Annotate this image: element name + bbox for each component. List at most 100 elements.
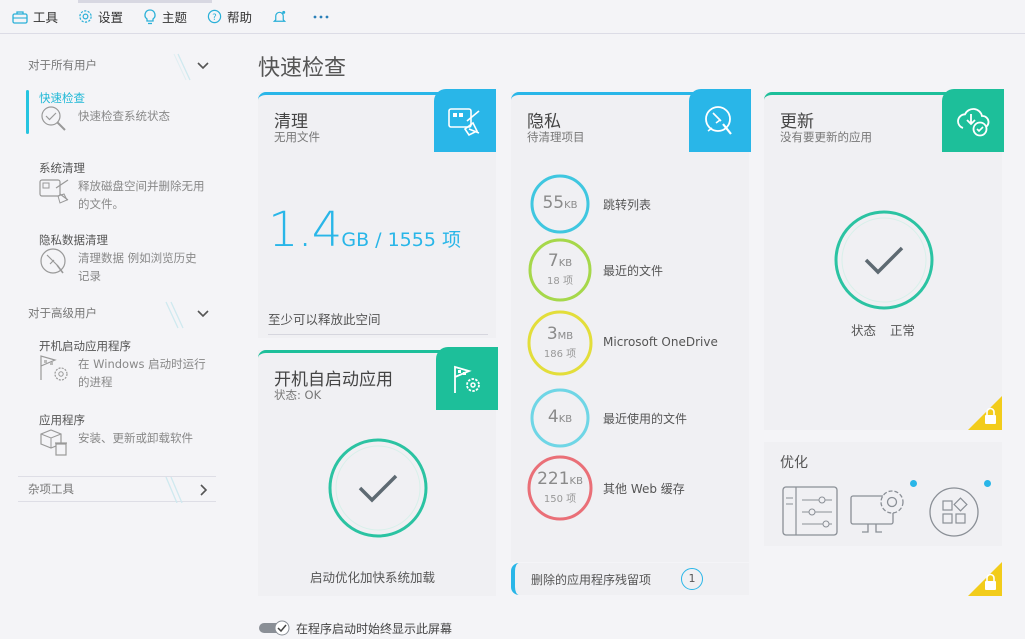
- help-menu[interactable]: ? 帮助: [207, 7, 252, 26]
- clean-size-readout: 1.4GB / 1555 项: [268, 202, 461, 258]
- privacy-item-label: 跳转列表: [603, 198, 652, 212]
- flag-gear-icon: [40, 355, 68, 381]
- disk-clean-icon: [39, 179, 69, 204]
- gauge-count: 186 项: [543, 349, 577, 360]
- page-title: 快速检查: [258, 56, 347, 81]
- settings-label: 设置: [98, 10, 124, 25]
- privacy-item-gauge[interactable]: 7KB 18 项: [527, 237, 593, 303]
- bell-icon: [272, 10, 287, 22]
- gauge-count: 18 项: [547, 276, 573, 287]
- decor-slash-icon: [165, 477, 183, 503]
- sliders-panel-icon[interactable]: [782, 486, 838, 536]
- clean-divider: [268, 334, 488, 335]
- toolbox-icon: [12, 10, 28, 24]
- gauge-value: 4KB: [547, 406, 573, 427]
- startup-tile: [436, 347, 498, 410]
- tools-label: 工具: [33, 10, 59, 25]
- update-tile: [942, 89, 1004, 152]
- privacy-item-label: 其他 Web 缓存: [603, 482, 685, 496]
- optimize-card-title: 优化: [780, 455, 808, 471]
- section-all-users-label: 对于所有用户: [28, 58, 97, 72]
- section-misc-tools[interactable]: 杂项工具: [18, 476, 216, 503]
- section-misc-label: 杂项工具: [28, 482, 74, 496]
- privacy-tile: [689, 89, 751, 152]
- startup-apps-desc: 在 Windows 启动时运行的进程: [78, 357, 206, 389]
- update-card-subtitle: 没有要更新的应用: [780, 130, 872, 144]
- privacy-clean-desc: 清理数据 例如浏览历史记录: [78, 251, 197, 283]
- toolbar-active-indicator: [78, 0, 212, 3]
- clean-size-unit: GB: [341, 229, 370, 251]
- lock-icon[interactable]: [968, 562, 1002, 596]
- privacy-item-label: Microsoft OneDrive: [603, 335, 718, 349]
- settings-menu[interactable]: 设置: [78, 7, 123, 26]
- privacy-card-subtitle: 待清理项目: [527, 130, 585, 144]
- sidebar-item-quick-check[interactable]: 快速检查 快速检查系统状态: [26, 90, 216, 140]
- clean-tile: [434, 89, 496, 152]
- chevron-down-icon: [197, 62, 209, 70]
- startup-card-subtitle: 状态: OK: [274, 388, 322, 402]
- privacy-brush-icon: [705, 105, 732, 135]
- gauge-value: 7KB: [547, 251, 573, 271]
- box-trash-icon: [40, 429, 67, 456]
- privacy-item-gauge[interactable]: 4KB: [529, 387, 591, 449]
- startup-note: 启动优化加快系统加载: [310, 570, 436, 585]
- gauge-count: 150 项: [543, 494, 577, 505]
- theme-menu[interactable]: 主题: [143, 7, 187, 26]
- sidebar-item-startup-apps[interactable]: 开机启动应用程序 在 Windows 启动时运行的进程: [26, 338, 216, 398]
- clean-card-subtitle: 无用文件: [274, 130, 320, 144]
- startup-check-circle: [328, 438, 428, 538]
- top-toolbar: 工具 设置 主题 ? 帮助: [0, 0, 1025, 34]
- monitor-gear-icon[interactable]: [850, 484, 912, 538]
- section-advanced-label: 对于高级用户: [28, 306, 97, 320]
- clean-items-count: 1555 项: [387, 229, 461, 251]
- chevron-down-icon: [197, 310, 209, 318]
- svg-text:?: ?: [212, 12, 216, 22]
- theme-label: 主题: [162, 10, 188, 25]
- startup-card[interactable]: 开机自启动应用 状态: OK 启动优化加快系统加载: [258, 347, 498, 596]
- sidebar-item-system-clean[interactable]: 系统清理 释放磁盘空间并删除无用的文件。: [26, 160, 216, 220]
- active-indicator: [26, 90, 29, 134]
- removed-apps-row[interactable]: 删除的应用程序残留项 1: [511, 563, 749, 595]
- privacy-brush-icon: [40, 248, 66, 274]
- clean-card[interactable]: 清理 无用文件 1.4GB / 1555 项 至少可以释放此空间: [258, 89, 496, 338]
- notification-dot: [984, 480, 991, 487]
- gauge-value: 3MB: [546, 324, 574, 344]
- optimize-card[interactable]: 优化: [764, 442, 1002, 546]
- cloud-download-icon: [957, 107, 990, 136]
- apps-grid-icon[interactable]: [928, 486, 980, 538]
- more-dots-icon: [313, 15, 329, 18]
- help-icon: ?: [207, 9, 222, 24]
- privacy-item-gauge[interactable]: 221KB 150 项: [526, 454, 594, 522]
- update-card[interactable]: 更新 没有要更新的应用 状态 正常: [764, 89, 1004, 430]
- more-button[interactable]: [312, 14, 335, 20]
- flag-gear-icon: [454, 365, 480, 393]
- privacy-item-label: 最近使用的文件: [603, 412, 688, 426]
- update-status: 状态 正常: [764, 320, 1002, 339]
- update-status-value: 正常: [889, 323, 915, 338]
- tools-menu[interactable]: 工具: [12, 7, 58, 26]
- sidebar-item-applications[interactable]: 应用程序 安装、更新或卸载软件: [26, 412, 216, 462]
- lock-icon[interactable]: [968, 396, 1002, 430]
- notifications-button[interactable]: [272, 9, 292, 25]
- privacy-item-gauge[interactable]: 3MB 186 项: [526, 309, 594, 377]
- removed-apps-count-badge: 1: [681, 568, 703, 590]
- clean-size-value: 1.4: [268, 202, 342, 258]
- section-all-users[interactable]: 对于所有用户: [18, 52, 216, 81]
- gear-icon: [79, 10, 92, 23]
- notification-dot: [910, 480, 917, 487]
- update-status-label: 状态: [850, 323, 876, 338]
- removed-apps-label: 删除的应用程序残留项: [531, 573, 652, 587]
- gauge-value: 221KB: [537, 469, 583, 489]
- privacy-item-gauge[interactable]: 55KB: [529, 173, 591, 235]
- clean-note: 至少可以释放此空间: [268, 312, 381, 327]
- sidebar-item-privacy-clean[interactable]: 隐私数据清理 清理数据 例如浏览历史记录: [26, 232, 216, 292]
- disk-broom-icon: [448, 107, 480, 136]
- show-on-start-label: 在程序启动时始终显示此屏幕: [296, 621, 453, 636]
- toggle-check-icon[interactable]: [258, 620, 292, 636]
- show-on-start-option[interactable]: 在程序启动时始终显示此屏幕: [258, 620, 452, 636]
- section-advanced-users[interactable]: 对于高级用户: [18, 300, 216, 329]
- decor-slash-icon: [165, 301, 184, 329]
- magnifier-check-icon: [41, 106, 66, 131]
- privacy-item-label: 最近的文件: [603, 264, 664, 278]
- chevron-right-icon: [200, 484, 208, 496]
